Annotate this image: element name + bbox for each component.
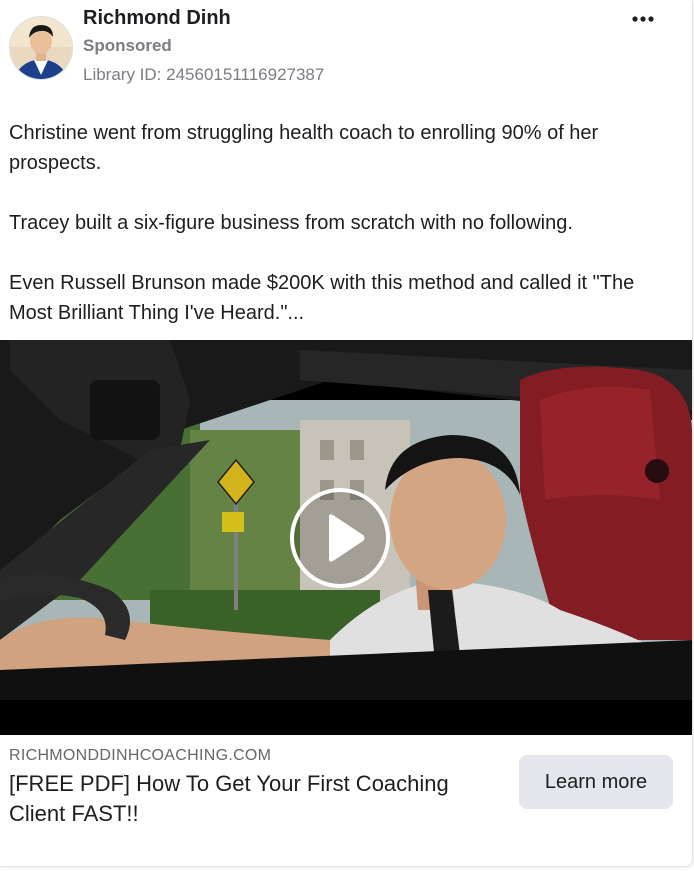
learn-more-button[interactable]: Learn more <box>519 755 673 809</box>
link-headline[interactable]: [FREE PDF] How To Get Your First Coachin… <box>9 769 499 829</box>
author-name[interactable]: Richmond Dinh <box>83 7 231 30</box>
sponsored-label: Sponsored <box>83 36 172 55</box>
body-paragraph: Tracey built a six-figure business from … <box>9 212 573 234</box>
ad-card: Richmond Dinh Sponsored Library ID: 2456… <box>0 0 693 867</box>
three-dots-icon <box>632 16 654 22</box>
avatar-image <box>10 17 72 79</box>
avatar[interactable] <box>9 16 73 80</box>
body-paragraph: Christine went from struggling health co… <box>9 122 599 174</box>
link-domain[interactable]: RICHMONDDINHCOACHING.COM <box>9 747 271 765</box>
body-paragraph: Even Russell Brunson made $200K with thi… <box>9 272 635 324</box>
play-icon[interactable] <box>289 487 391 589</box>
library-id: Library ID: 24560151116927387 <box>83 65 325 84</box>
more-options-button[interactable] <box>622 3 664 35</box>
post-body: Christine went from struggling health co… <box>9 118 679 358</box>
